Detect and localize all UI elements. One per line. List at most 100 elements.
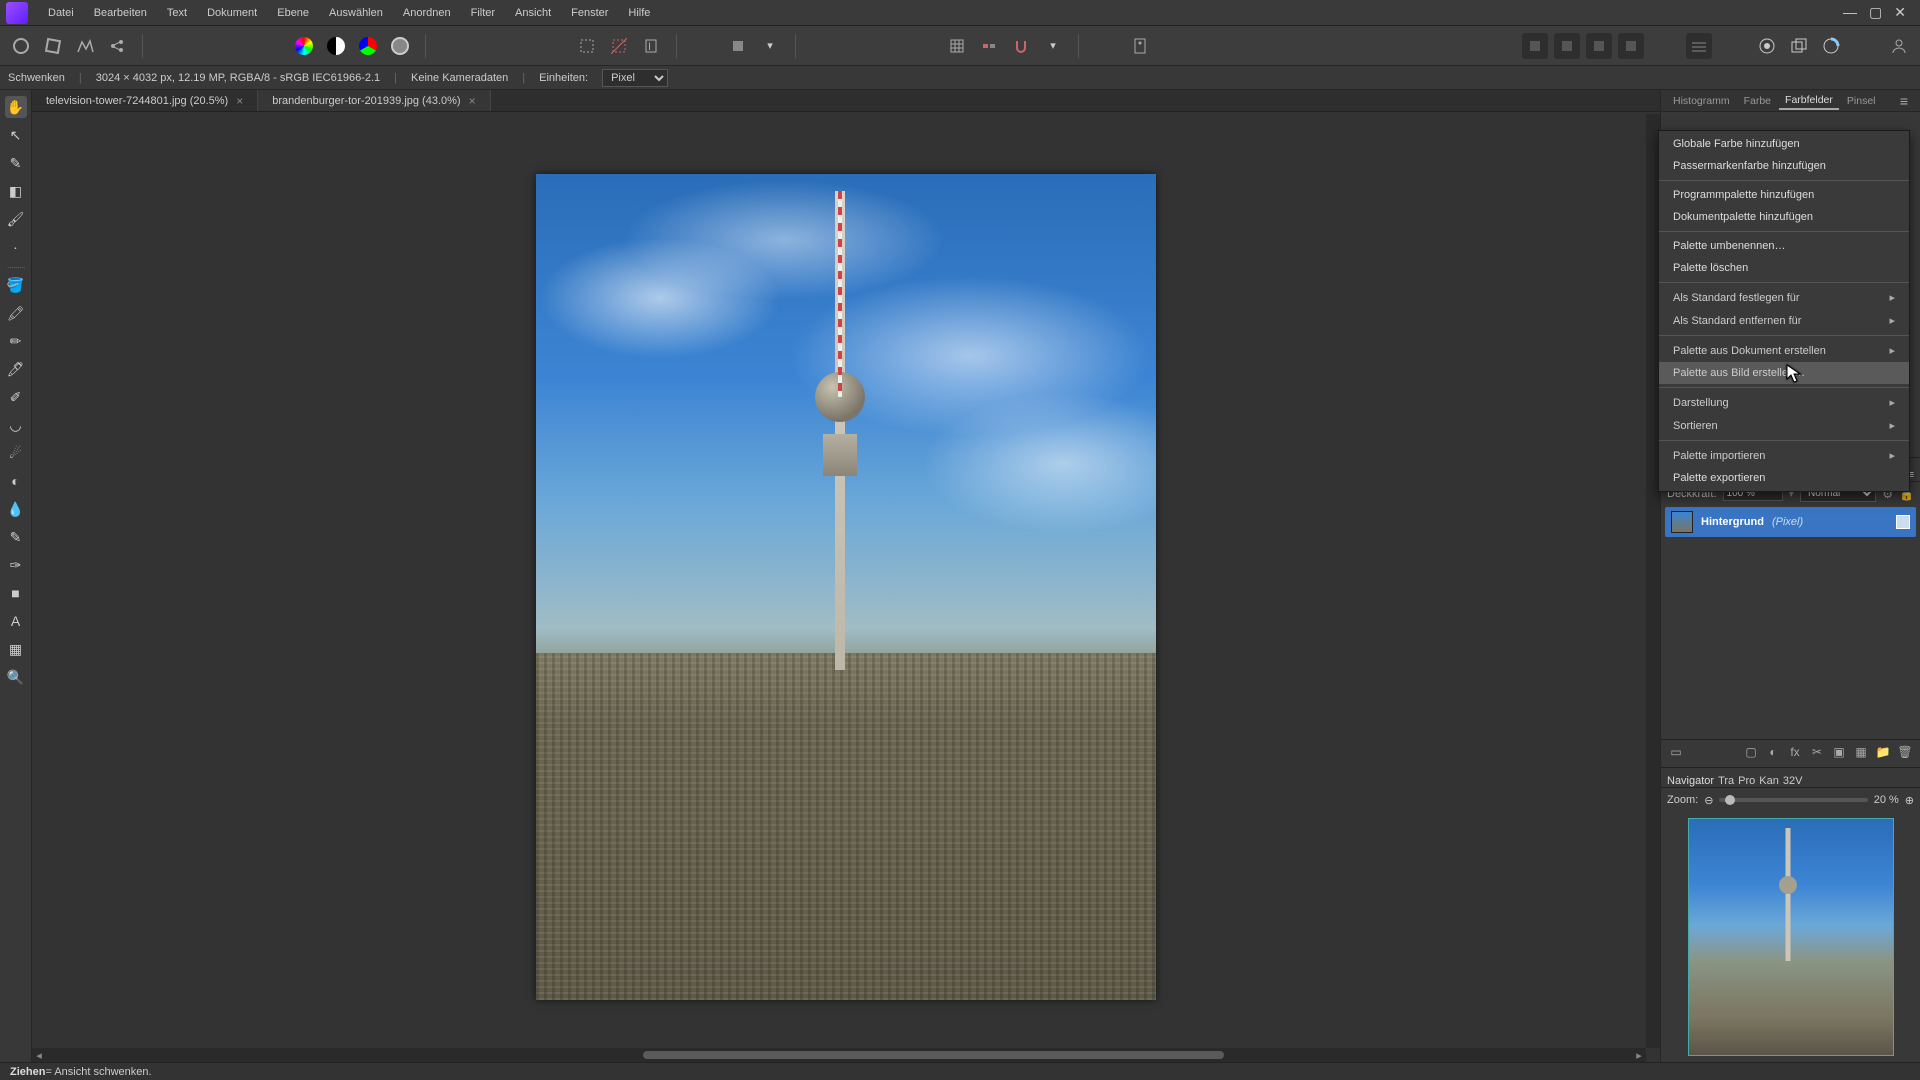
align-panel-icon[interactable] xyxy=(1686,33,1712,59)
zoom-in-icon[interactable]: ⊕ xyxy=(1905,794,1914,807)
layer-mask-icon[interactable]: ▭ xyxy=(1667,745,1685,759)
op2-icon[interactable] xyxy=(1554,33,1580,59)
stock-icon[interactable] xyxy=(1754,33,1780,59)
layer-fx-icon[interactable]: ▢ xyxy=(1742,745,1760,759)
move-tool-icon[interactable]: ↖ xyxy=(5,124,27,146)
color-picker-tool-icon[interactable]: ✎ xyxy=(5,152,27,174)
sharpen-tool-icon[interactable]: ✎ xyxy=(5,526,27,548)
scroll-right-icon[interactable]: ▸ xyxy=(1632,1049,1646,1062)
layers-icon[interactable] xyxy=(1786,33,1812,59)
persona-photo-icon[interactable] xyxy=(8,33,34,59)
menu-darstellung[interactable]: Darstellung▸ xyxy=(1659,391,1909,414)
account-icon[interactable] xyxy=(1886,33,1912,59)
hand-tool-icon[interactable]: ✋ xyxy=(5,96,27,118)
layer-adjust-icon[interactable]: ◐ xyxy=(1764,745,1782,759)
clone-tool-icon[interactable]: ✏ xyxy=(5,330,27,352)
menu-fenster[interactable]: Fenster xyxy=(561,3,618,23)
menu-passermarke[interactable]: Passermarkenfarbe hinzufügen xyxy=(1659,155,1909,177)
persona-tone-icon[interactable] xyxy=(72,33,98,59)
grayscale-icon[interactable] xyxy=(323,33,349,59)
minimize-icon[interactable]: — xyxy=(1843,4,1857,21)
layer-row[interactable]: Hintergrund (Pixel) xyxy=(1665,507,1916,537)
menu-hilfe[interactable]: Hilfe xyxy=(618,3,660,23)
persona-liquify-icon[interactable] xyxy=(40,33,66,59)
menu-palette-bild[interactable]: Palette aus Bild erstellen… xyxy=(1659,362,1909,384)
snapping-icon[interactable] xyxy=(1008,33,1034,59)
zoom-out-icon[interactable]: ⊖ xyxy=(1704,794,1713,807)
menu-programmpalette[interactable]: Programmpalette hinzufügen xyxy=(1659,184,1909,206)
color-wheel-icon[interactable] xyxy=(291,33,317,59)
menu-palette-exportieren[interactable]: Palette exportieren xyxy=(1659,467,1909,489)
navigator-preview[interactable] xyxy=(1688,818,1894,1056)
menu-palette-umbenennen[interactable]: Palette umbenennen… xyxy=(1659,235,1909,257)
tab-close-icon[interactable]: × xyxy=(236,94,243,108)
layer-delete-icon[interactable]: 🗑 xyxy=(1896,745,1914,759)
layer-visibility-checkbox[interactable] xyxy=(1896,515,1910,529)
menu-standard-festlegen[interactable]: Als Standard festlegen für▸ xyxy=(1659,286,1909,309)
dodge-tool-icon[interactable]: ◐ xyxy=(5,470,27,492)
layer-fx2-icon[interactable]: fx xyxy=(1786,745,1804,759)
tab-close-icon[interactable]: × xyxy=(469,94,476,108)
crop-tool-icon[interactable]: ◧ xyxy=(5,180,27,202)
navtab-pro[interactable]: Pro xyxy=(1738,775,1755,787)
zoom-tool-icon[interactable]: 🔍 xyxy=(5,666,27,688)
menu-datei[interactable]: Datei xyxy=(38,3,84,23)
grid-icon[interactable] xyxy=(944,33,970,59)
zoom-slider[interactable] xyxy=(1719,798,1867,802)
menu-filter[interactable]: Filter xyxy=(461,3,505,23)
close-icon[interactable]: ✕ xyxy=(1894,4,1906,21)
tab-farbe[interactable]: Farbe xyxy=(1738,93,1777,109)
quick-mask-icon[interactable]: I xyxy=(638,33,664,59)
assets-icon[interactable] xyxy=(1127,33,1153,59)
spray-tool-icon[interactable]: · xyxy=(5,236,27,258)
menu-anordnen[interactable]: Anordnen xyxy=(393,3,461,23)
alignment-icon[interactable] xyxy=(976,33,1002,59)
layer-folder-icon[interactable]: 📁 xyxy=(1874,745,1892,759)
paint-tool-icon[interactable]: 🖊 xyxy=(5,358,27,380)
layer-group-icon[interactable]: ▣ xyxy=(1830,745,1848,759)
tab-histogramm[interactable]: Histogramm xyxy=(1667,93,1736,109)
heal-tool-icon[interactable]: 🖍 xyxy=(5,302,27,324)
soft-proof-icon[interactable] xyxy=(387,33,413,59)
brush-tool-icon[interactable]: 🖌 xyxy=(5,208,27,230)
units-select[interactable]: Pixel xyxy=(602,69,668,87)
text-tool-icon[interactable]: A xyxy=(5,610,27,632)
persona-export-icon[interactable] xyxy=(104,33,130,59)
rgb-icon[interactable] xyxy=(355,33,381,59)
op3-icon[interactable] xyxy=(1586,33,1612,59)
dropdown-arrow-icon[interactable]: ▾ xyxy=(757,33,783,59)
shape-tool-icon[interactable]: ■ xyxy=(5,582,27,604)
maximize-icon[interactable]: ▢ xyxy=(1869,4,1882,21)
navtab-navigator[interactable]: Navigator xyxy=(1667,775,1714,787)
menu-dokument[interactable]: Dokument xyxy=(197,3,267,23)
tab-pinsel[interactable]: Pinsel xyxy=(1841,93,1882,109)
canvas-area[interactable] xyxy=(32,112,1660,1062)
navtab-tra[interactable]: Tra xyxy=(1718,775,1734,787)
dropdown2-icon[interactable]: ▾ xyxy=(1040,33,1066,59)
menu-palette-dokument[interactable]: Palette aus Dokument erstellen▸ xyxy=(1659,339,1909,362)
op4-icon[interactable] xyxy=(1618,33,1644,59)
layer-crop-icon[interactable]: ✂ xyxy=(1808,745,1826,759)
menu-palette-loeschen[interactable]: Palette löschen xyxy=(1659,257,1909,279)
menu-dokumentpalette[interactable]: Dokumentpalette hinzufügen xyxy=(1659,206,1909,228)
smudge-tool-icon[interactable]: ☄ xyxy=(5,442,27,464)
menu-palette-importieren[interactable]: Palette importieren▸ xyxy=(1659,444,1909,467)
panel-menu-icon[interactable]: ≡ xyxy=(1894,91,1914,111)
swatches-icon[interactable] xyxy=(1818,33,1844,59)
menu-globale-farbe[interactable]: Globale Farbe hinzufügen xyxy=(1659,133,1909,155)
selection-remove-icon[interactable] xyxy=(606,33,632,59)
menu-ansicht[interactable]: Ansicht xyxy=(505,3,561,23)
menu-bearbeiten[interactable]: Bearbeiten xyxy=(84,3,157,23)
burn-tool-icon[interactable]: 💧 xyxy=(5,498,27,520)
erase-tool-icon[interactable]: ◡ xyxy=(5,414,27,436)
fill-tool-icon[interactable]: 🪣 xyxy=(5,274,27,296)
op1-icon[interactable] xyxy=(1522,33,1548,59)
navtab-32v[interactable]: 32V xyxy=(1783,775,1803,787)
doc-tab-active[interactable]: television-tower-7244801.jpg (20.5%) × xyxy=(32,90,258,111)
menu-ebene[interactable]: Ebene xyxy=(267,3,319,23)
navtab-kan[interactable]: Kan xyxy=(1759,775,1779,787)
tab-farbfelder[interactable]: Farbfelder xyxy=(1779,92,1839,110)
scroll-left-icon[interactable]: ◂ xyxy=(32,1049,46,1062)
menu-sortieren[interactable]: Sortieren▸ xyxy=(1659,414,1909,437)
menu-standard-entfernen[interactable]: Als Standard entfernen für▸ xyxy=(1659,309,1909,332)
